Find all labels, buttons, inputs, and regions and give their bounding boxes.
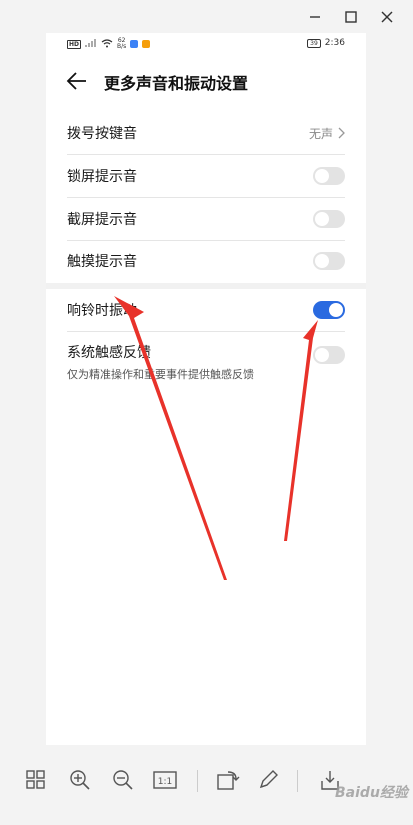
ring-vibrate-row: 响铃时振动 [67,289,345,331]
maximize-icon[interactable] [340,6,362,28]
zoom-in-icon[interactable] [66,766,94,794]
phone-screenshot: HD 62 B/s 39 2:36 更多声音和振动设置 拨号按键音 无声 锁屏提… [46,33,366,745]
status-bar: HD 62 B/s 39 2:36 [46,33,366,57]
haptic-feedback-row: 系统触感反馈 仅为精准操作和重要事件提供触感反馈 [67,340,345,382]
ring-vibrate-toggle[interactable] [313,301,345,319]
dial-tone-value: 无声 [308,126,333,141]
svg-text:1:1: 1:1 [158,777,172,787]
minimize-icon[interactable] [304,6,326,28]
signal-icon [85,39,97,49]
touch-sound-row: 触摸提示音 [67,240,345,282]
app-notification-icon [142,40,151,48]
actual-size-icon[interactable]: 1:1 [151,766,179,794]
page-header: 更多声音和振动设置 [46,63,366,99]
lock-sound-row: 锁屏提示音 [67,155,345,197]
rotate-icon[interactable] [214,766,242,794]
haptic-feedback-toggle[interactable] [313,346,345,364]
back-arrow-icon[interactable] [66,71,88,91]
grid-icon[interactable] [22,766,50,794]
battery-icon: 39 [307,38,321,48]
clock: 2:36 [324,38,345,48]
haptic-description: 仅为精准操作和重要事件提供触感反馈 [67,368,254,381]
app-notification-icon [130,40,139,48]
lock-sound-toggle[interactable] [313,167,345,185]
screenshot-sound-toggle[interactable] [313,210,345,228]
zoom-out-icon[interactable] [109,766,137,794]
screenshot-sound-row: 截屏提示音 [67,198,345,240]
close-icon[interactable] [376,6,398,28]
wifi-icon [101,38,113,50]
baidu-watermark: Baidu经验 [335,785,408,801]
net-speed: 62 B/s [117,37,127,50]
chevron-right-icon [338,127,345,139]
edit-icon[interactable] [254,766,282,794]
hd-badge: HD [67,39,82,49]
dial-tone-row[interactable]: 拨号按键音 无声 [67,112,345,154]
page-title: 更多声音和振动设置 [104,74,249,93]
touch-sound-toggle[interactable] [313,252,345,270]
